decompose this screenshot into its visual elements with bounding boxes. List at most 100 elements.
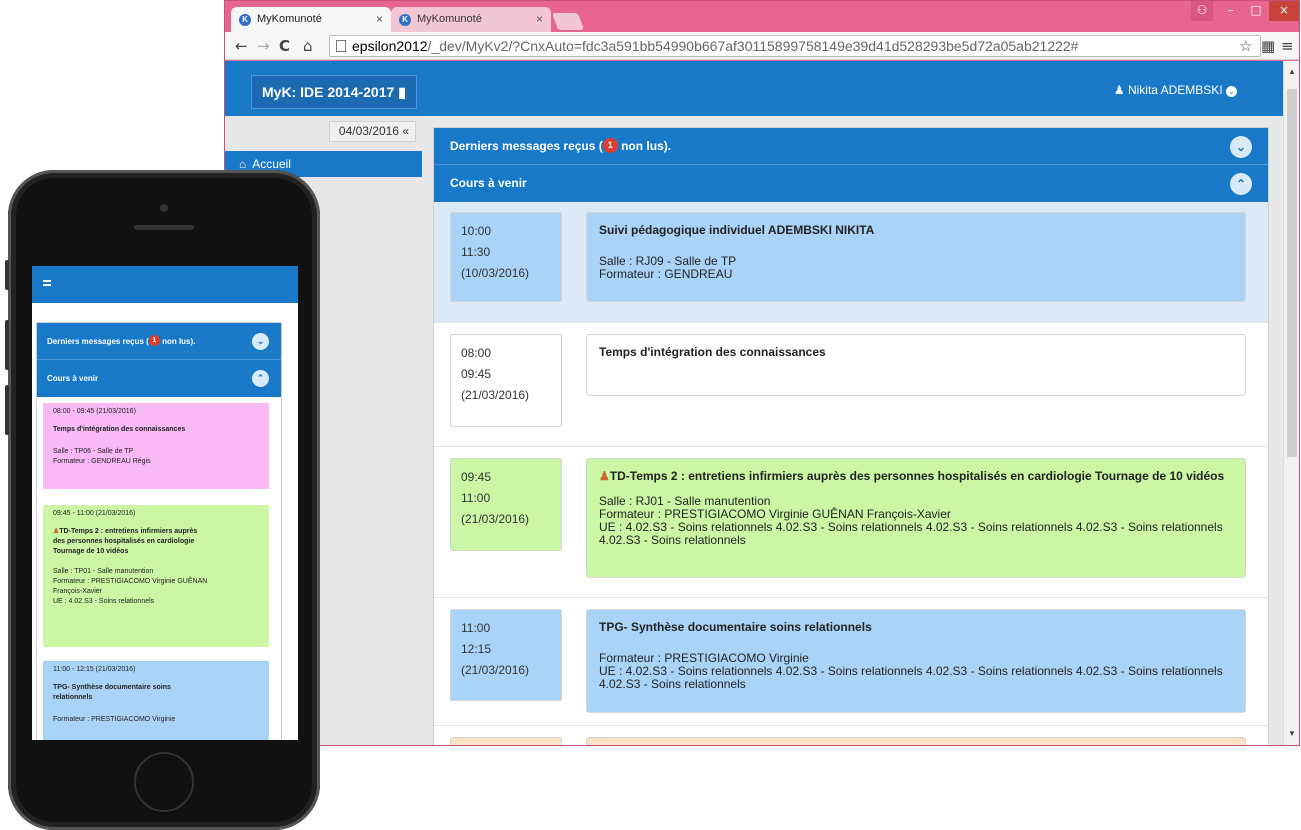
course-title: Temps d'intégration des connaissances <box>53 426 186 433</box>
course-title: TPG- Synthèse documentaire soins relatio… <box>599 620 872 634</box>
brand-button[interactable]: MyK: IDE 2014-2017 ▮ <box>251 75 417 109</box>
user-menu[interactable]: ♟ Nikita ADEMBSKI ⌄ <box>1114 83 1237 97</box>
forward-arrow-icon[interactable]: → <box>257 36 270 56</box>
mobile-course-card[interactable]: 08:00 - 09:45 (21/03/2016) Temps d'intég… <box>43 403 269 489</box>
unread-badge: 1 <box>602 138 618 154</box>
course-row[interactable]: 08:00 09:45 (21/03/2016) Temps d'intégra… <box>434 324 1268 447</box>
course-end: 09:45 <box>461 367 492 381</box>
mobile-course-card[interactable]: 11:00 - 12:15 (21/03/2016) TPG- Synthèse… <box>43 661 269 740</box>
courses-header-text: Cours à venir <box>450 176 527 190</box>
course-trainer: Formateur : GENDREAU Régis <box>53 458 151 465</box>
course-title: ♟TD-Temps 2 : entretiens infirmiers aupr… <box>53 527 259 557</box>
home-icon: ⌂ <box>239 157 247 171</box>
window-close-button[interactable]: × <box>1269 1 1299 21</box>
course-time: 09:45 - 11:00 (21/03/2016) <box>53 510 136 517</box>
course-trainer: Formateur : GENDREAU <box>599 267 733 281</box>
course-start: 09:45 <box>461 470 492 484</box>
course-time: 09:45 11:00 (21/03/2016) <box>450 458 562 551</box>
window-user-icon[interactable]: ⚇ <box>1191 1 1213 21</box>
url-host: epsilon2012 <box>352 38 428 54</box>
course-row[interactable]: 09:45 11:00 (21/03/2016) ♟TD-Temps 2 : e… <box>434 448 1268 598</box>
browser-tab-1[interactable]: K MyKomunoté × <box>231 7 391 32</box>
messages-panel-header[interactable]: Derniers messages reçus (1 non lus). ⌄ <box>434 128 1268 165</box>
expand-chevron-icon[interactable]: ⌄ <box>1230 136 1252 158</box>
address-bar[interactable]: epsilon2012/_dev/MyKv2/?CnxAuto=fdc3a591… <box>329 35 1261 57</box>
url-path: /_dev/MyKv2/?CnxAuto=fdc3a591bb54990b667… <box>427 38 1079 54</box>
course-end: 11:30 <box>461 245 491 259</box>
phone-home-button[interactable] <box>134 752 194 812</box>
collapse-chevron-icon[interactable]: ⌃ <box>1230 173 1252 195</box>
messages-header-text: Derniers messages reçus ( <box>47 337 149 346</box>
course-date: (21/03/2016) <box>461 512 530 526</box>
komunote-favicon-icon: K <box>239 14 251 26</box>
course-date: (21/03/2016) <box>461 663 530 677</box>
course-time: 08:00 - 09:45 (21/03/2016) <box>53 408 136 415</box>
browser-tab-2[interactable]: K MyKomunoté × <box>391 7 551 32</box>
current-date: 04/03/2016 <box>338 124 399 138</box>
tab-close-icon[interactable]: × <box>376 7 383 32</box>
courses-header-text: Cours à venir <box>47 374 99 383</box>
window-maximize-button[interactable]: □ <box>1244 1 1268 21</box>
course-title: Temps d'intégration des connaissances <box>599 345 826 359</box>
course-title-text: TD-Temps 2 : entretiens infirmiers auprè… <box>609 469 1225 483</box>
menu-icon[interactable]: ≡ <box>1281 36 1294 56</box>
mobile-messages-header[interactable]: Derniers messages reçus (1 non lus). ⌄ <box>37 323 281 360</box>
komunote-favicon-icon: K <box>399 14 411 26</box>
course-end: 11:00 <box>461 491 491 505</box>
course-trainer: Formateur : PRESTIGIACOMO Virginie <box>53 716 176 723</box>
unread-badge: 1 <box>148 335 160 347</box>
course-card: Temps d'intégration des connaissances <box>586 334 1246 396</box>
window-minimize-button[interactable]: – <box>1219 1 1243 21</box>
scroll-up-icon[interactable]: ▲ <box>1288 67 1296 76</box>
course-row[interactable]: 11:00 12:15 (21/03/2016) TPG- Synthèse d… <box>434 599 1268 726</box>
course-title: ♟TD-Temps 2 : entretiens infirmiers aupr… <box>599 469 1233 483</box>
bookmark-star-icon[interactable]: ☆ <box>1239 36 1252 56</box>
home-icon[interactable]: ⌂ <box>303 36 313 56</box>
tab-close-icon[interactable]: × <box>536 7 543 32</box>
back-arrow-icon[interactable]: ← <box>235 36 248 56</box>
person-icon: ♟ <box>599 469 610 483</box>
course-date: (21/03/2016) <box>461 388 530 402</box>
course-room: Salle : TP06 - Salle de TP <box>53 448 134 455</box>
scrollbar-thumb[interactable] <box>1287 89 1297 457</box>
collapse-sidebar-icon[interactable]: « <box>402 124 409 138</box>
brand-label: MyK: IDE 2014-2017 <box>262 84 395 100</box>
course-start: 08:00 <box>461 346 492 360</box>
collapse-chevron-icon[interactable]: ⌃ <box>252 370 269 387</box>
course-ue-continued: 4.02.S3 - Soins relationnels <box>599 677 746 691</box>
course-time: 11:00 - 12:15 (21/03/2016) <box>53 666 136 673</box>
course-row[interactable]: 10:00 11:30 (10/03/2016) Suivi pédagogiq… <box>434 202 1268 323</box>
hamburger-menu-icon[interactable] <box>43 280 51 286</box>
course-time <box>450 737 562 745</box>
sidebar-item-label: Accueil <box>252 157 291 171</box>
reload-icon[interactable]: C <box>279 36 290 56</box>
course-row-partial[interactable] <box>434 727 1268 745</box>
course-title-line: relationnels <box>53 694 93 701</box>
course-title: TPG- Synthèse documentaire soins relatio… <box>53 683 259 703</box>
course-title-line: des personnes hospitalisés en cardiologi… <box>53 538 195 545</box>
messages-header-suffix: non lus). <box>159 337 196 346</box>
expand-chevron-icon[interactable]: ⌄ <box>252 333 269 350</box>
scroll-down-icon[interactable]: ▼ <box>1288 729 1296 738</box>
tab-title: MyKomunoté <box>417 13 482 25</box>
user-name: Nikita ADEMBSKI <box>1127 83 1223 97</box>
vertical-scrollbar[interactable]: ▲ ▼ <box>1283 61 1299 745</box>
course-start: 11:00 <box>461 621 491 635</box>
page-viewport: MyK: IDE 2014-2017 ▮ ♟ Nikita ADEMBSKI ⌄… <box>225 61 1299 745</box>
courses-panel-header[interactable]: Cours à venir ⌃ <box>434 165 1268 202</box>
app-navbar: MyK: IDE 2014-2017 ▮ ♟ Nikita ADEMBSKI ⌄ <box>225 61 1283 116</box>
course-title: Suivi pédagogique individuel ADEMBSKI NI… <box>599 223 875 237</box>
date-collapse-bar[interactable]: 04/03/2016 « <box>329 121 416 142</box>
phone-side-button <box>5 260 9 290</box>
extension-icon[interactable]: ▦ <box>1261 36 1275 56</box>
new-tab-button[interactable] <box>551 13 585 30</box>
course-card: Suivi pédagogique individuel ADEMBSKI NI… <box>586 212 1246 302</box>
mobile-courses-header[interactable]: Cours à venir ⌃ <box>37 360 281 397</box>
course-date: (10/03/2016) <box>461 266 530 280</box>
course-card: ♟TD-Temps 2 : entretiens infirmiers aupr… <box>586 458 1246 578</box>
messages-header-text: Derniers messages reçus ( <box>450 139 603 153</box>
course-time: 11:00 12:15 (21/03/2016) <box>450 609 562 701</box>
course-ue: UE : 4.02.S3 - Soins relationnels <box>53 598 155 605</box>
mobile-course-card[interactable]: 09:45 - 11:00 (21/03/2016) ♟TD-Temps 2 :… <box>43 505 269 647</box>
course-time: 08:00 09:45 (21/03/2016) <box>450 334 562 427</box>
